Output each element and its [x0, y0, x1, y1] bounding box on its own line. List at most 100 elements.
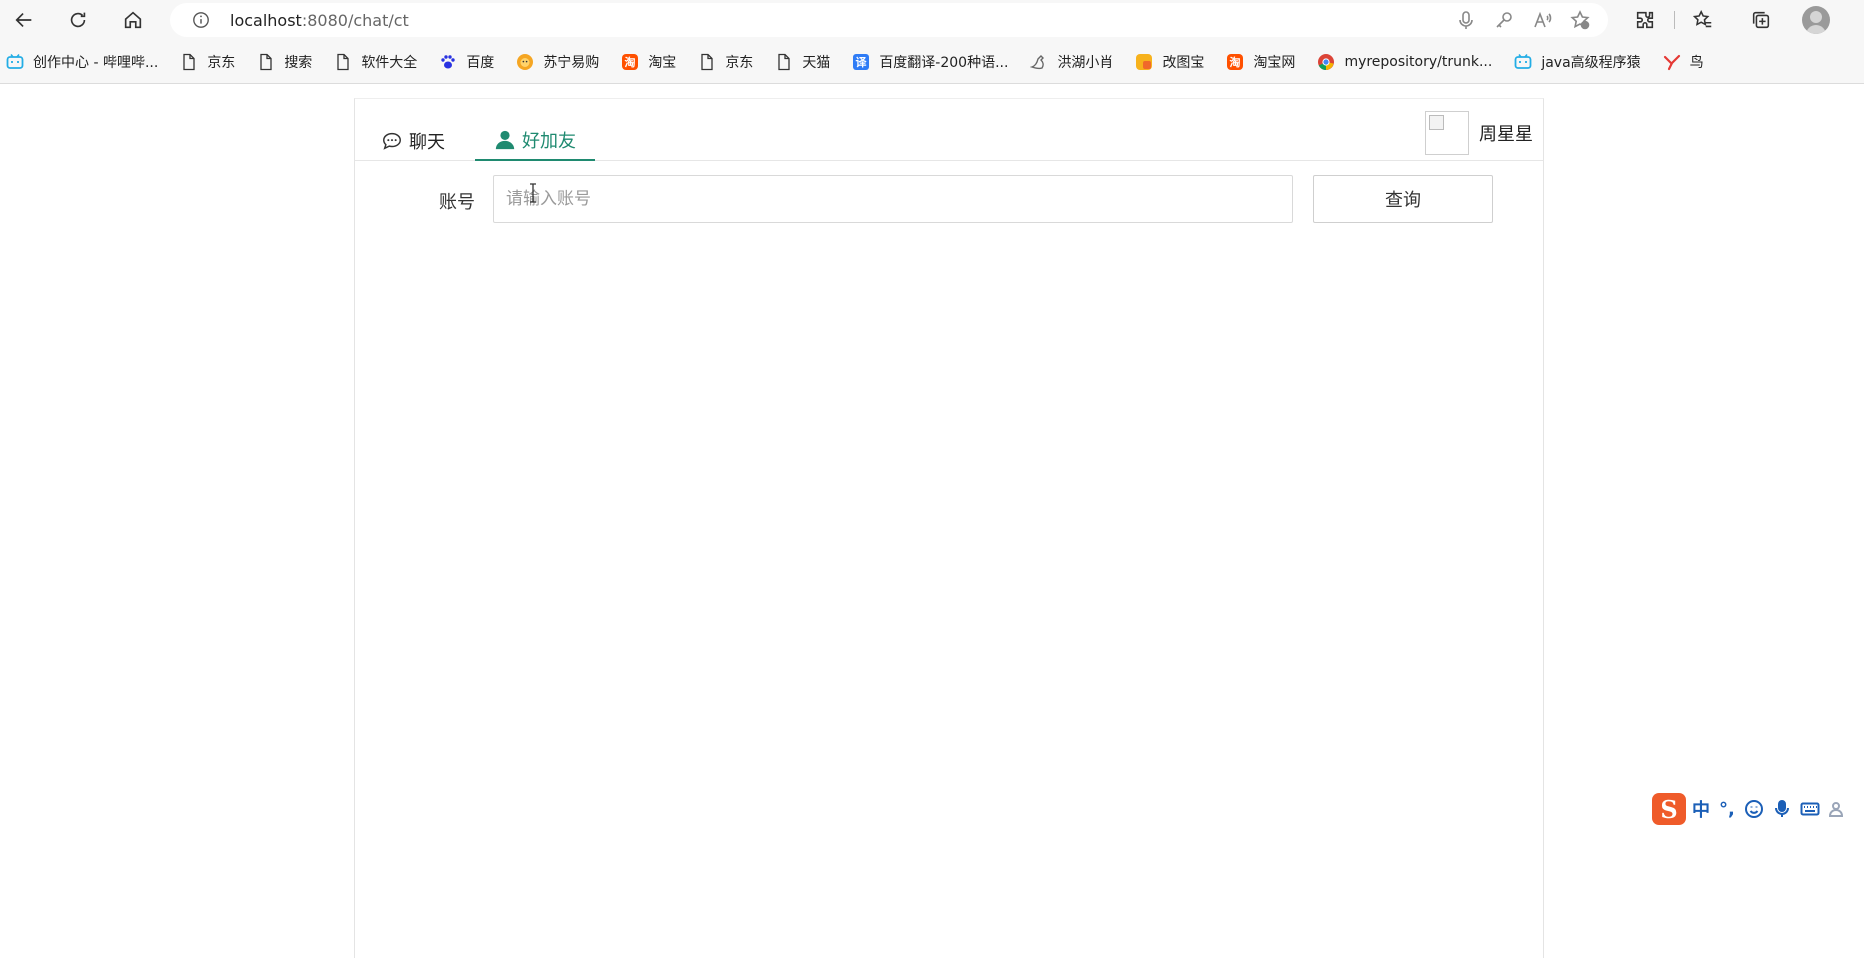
user-icon: [495, 130, 515, 150]
back-arrow-icon: [15, 12, 32, 28]
favorites-star-icon: [1692, 9, 1712, 28]
toolbar-divider: [1674, 11, 1675, 29]
bookmark-item[interactable]: 改图宝: [1135, 52, 1204, 72]
bookmark-label: 苏宁易购: [543, 54, 600, 71]
bookmark-label: 洪湖小肖: [1057, 54, 1114, 71]
bookmark-label: java高级程序猿: [1541, 54, 1641, 71]
bookmark-item[interactable]: 鸟: [1663, 52, 1704, 72]
text-cursor-icon: [530, 183, 536, 203]
tab-add-friend[interactable]: 好加友: [475, 121, 595, 161]
microphone-icon[interactable]: [1456, 10, 1476, 30]
bookmark-item[interactable]: 京东: [180, 52, 235, 72]
suning-lion-icon: [516, 53, 534, 71]
bookmark-label: 创作中心 - 哔哩哔...: [33, 54, 159, 71]
bookmark-item[interactable]: 苏宁易购: [516, 52, 599, 72]
read-aloud-icon[interactable]: [1532, 10, 1552, 30]
page-icon: [257, 53, 275, 71]
collections-button[interactable]: [1744, 4, 1778, 36]
search-form: 账号 查询: [355, 175, 1543, 223]
url-host: localhost: [230, 11, 302, 30]
bilibili-icon: [6, 53, 24, 71]
bookmark-label: 淘宝: [648, 54, 677, 71]
bookmarks-bar: 创作中心 - 哔哩哔... 京东 搜索 软件大全 百度 苏宁易购淘淘宝 京东 天猫译百度翻译-…: [0, 40, 1864, 84]
bookmark-label: 百度: [466, 54, 495, 71]
current-user[interactable]: 周星星: [1425, 111, 1533, 155]
taobao-icon: 淘: [621, 53, 639, 71]
account-label: 账号: [439, 192, 475, 213]
svg-text:淘: 淘: [625, 55, 636, 69]
bookmark-item[interactable]: 淘淘宝: [621, 52, 676, 72]
page-icon: [775, 53, 793, 71]
url-path: :8080/chat/ct: [301, 11, 409, 30]
sogou-logo-icon[interactable]: S: [1652, 793, 1686, 825]
tab-bar: 聊天 好加友 周星星: [355, 99, 1543, 161]
favorites-button[interactable]: [1686, 4, 1720, 36]
bookmark-label: 京东: [207, 54, 236, 71]
bookmark-label: 天猫: [802, 54, 831, 71]
svg-text:译: 译: [856, 56, 868, 69]
chat-bubble-icon: [383, 132, 401, 150]
query-button[interactable]: 查询: [1313, 175, 1493, 223]
address-bar[interactable]: localhost:8080/chat/ct: [170, 3, 1608, 37]
bookmark-item[interactable]: 软件大全: [334, 52, 417, 72]
bookmark-item[interactable]: 创作中心 - 哔哩哔...: [6, 52, 158, 72]
reload-icon: [70, 12, 86, 28]
baidu-paw-icon: [439, 53, 457, 71]
bookmark-label: 百度翻译-200种语...: [879, 54, 1009, 71]
bookmark-item[interactable]: 译百度翻译-200种语...: [852, 52, 1008, 72]
translate-icon: 译: [852, 53, 870, 71]
bookmark-label: myrepository/trunk...: [1344, 53, 1493, 70]
bookmark-item[interactable]: 京东: [698, 52, 753, 72]
bookmark-item[interactable]: 百度: [439, 52, 494, 72]
emoji-icon[interactable]: [1744, 799, 1764, 819]
bookmark-item[interactable]: 洪湖小肖: [1030, 52, 1113, 72]
bird-icon: [1030, 53, 1048, 71]
bookmark-label: 软件大全: [361, 54, 418, 71]
gaitubao-icon: [1135, 53, 1153, 71]
back-button[interactable]: [8, 4, 40, 36]
home-button[interactable]: [117, 4, 149, 36]
bookmark-label: 京东: [725, 54, 754, 71]
page-icon: [180, 53, 198, 71]
svg-text:淘: 淘: [1230, 55, 1241, 69]
profile-avatar[interactable]: [1802, 6, 1830, 34]
bookmark-item[interactable]: java高级程序猿: [1514, 52, 1641, 72]
bookmark-label: 鸟: [1689, 54, 1704, 71]
browser-toolbar: localhost:8080/chat/ct: [0, 0, 1864, 40]
key-icon[interactable]: [1494, 10, 1514, 30]
tab-add-friend-label: 好加友: [522, 131, 576, 152]
taobao-icon: 淘: [1226, 53, 1244, 71]
tab-chat[interactable]: 聊天: [381, 121, 445, 160]
bookmark-label: 改图宝: [1162, 54, 1205, 71]
keyboard-icon[interactable]: [1800, 799, 1820, 819]
chrome-icon: [1317, 53, 1335, 71]
ime-toolbar: S 中 °,: [1652, 792, 1864, 826]
bookmark-label: 淘宝网: [1253, 54, 1296, 71]
page-icon: [698, 53, 716, 71]
add-favorite-icon[interactable]: [1570, 10, 1590, 30]
user-name: 周星星: [1479, 124, 1533, 145]
skin-icon[interactable]: [1828, 799, 1848, 819]
bookmark-item[interactable]: 天猫: [775, 52, 830, 72]
page-icon: [334, 53, 352, 71]
ime-mode[interactable]: 中: [1692, 796, 1710, 822]
voice-icon[interactable]: [1772, 799, 1792, 819]
home-icon: [124, 11, 142, 29]
chat-panel: 聊天 好加友 周星星 账号 查询: [354, 98, 1544, 958]
account-input[interactable]: [493, 175, 1293, 223]
extensions-button[interactable]: [1628, 4, 1662, 36]
url-text[interactable]: localhost:8080/chat/ct: [230, 11, 409, 30]
collections-icon: [1752, 11, 1770, 29]
reload-button[interactable]: [62, 4, 94, 36]
bookmark-item[interactable]: 淘淘宝网: [1226, 52, 1295, 72]
bookmark-label: 搜索: [284, 54, 313, 71]
puzzle-icon: [1636, 11, 1654, 29]
bilibili-icon: [1514, 53, 1532, 71]
ime-punctuation[interactable]: °,: [1719, 799, 1735, 820]
bird-red-icon: [1663, 53, 1681, 71]
tab-chat-label: 聊天: [409, 131, 445, 153]
user-avatar-broken-image: [1425, 111, 1469, 155]
bookmark-item[interactable]: 搜索: [257, 52, 312, 72]
site-info-icon[interactable]: [192, 11, 210, 29]
bookmark-item[interactable]: myrepository/trunk...: [1317, 53, 1492, 71]
